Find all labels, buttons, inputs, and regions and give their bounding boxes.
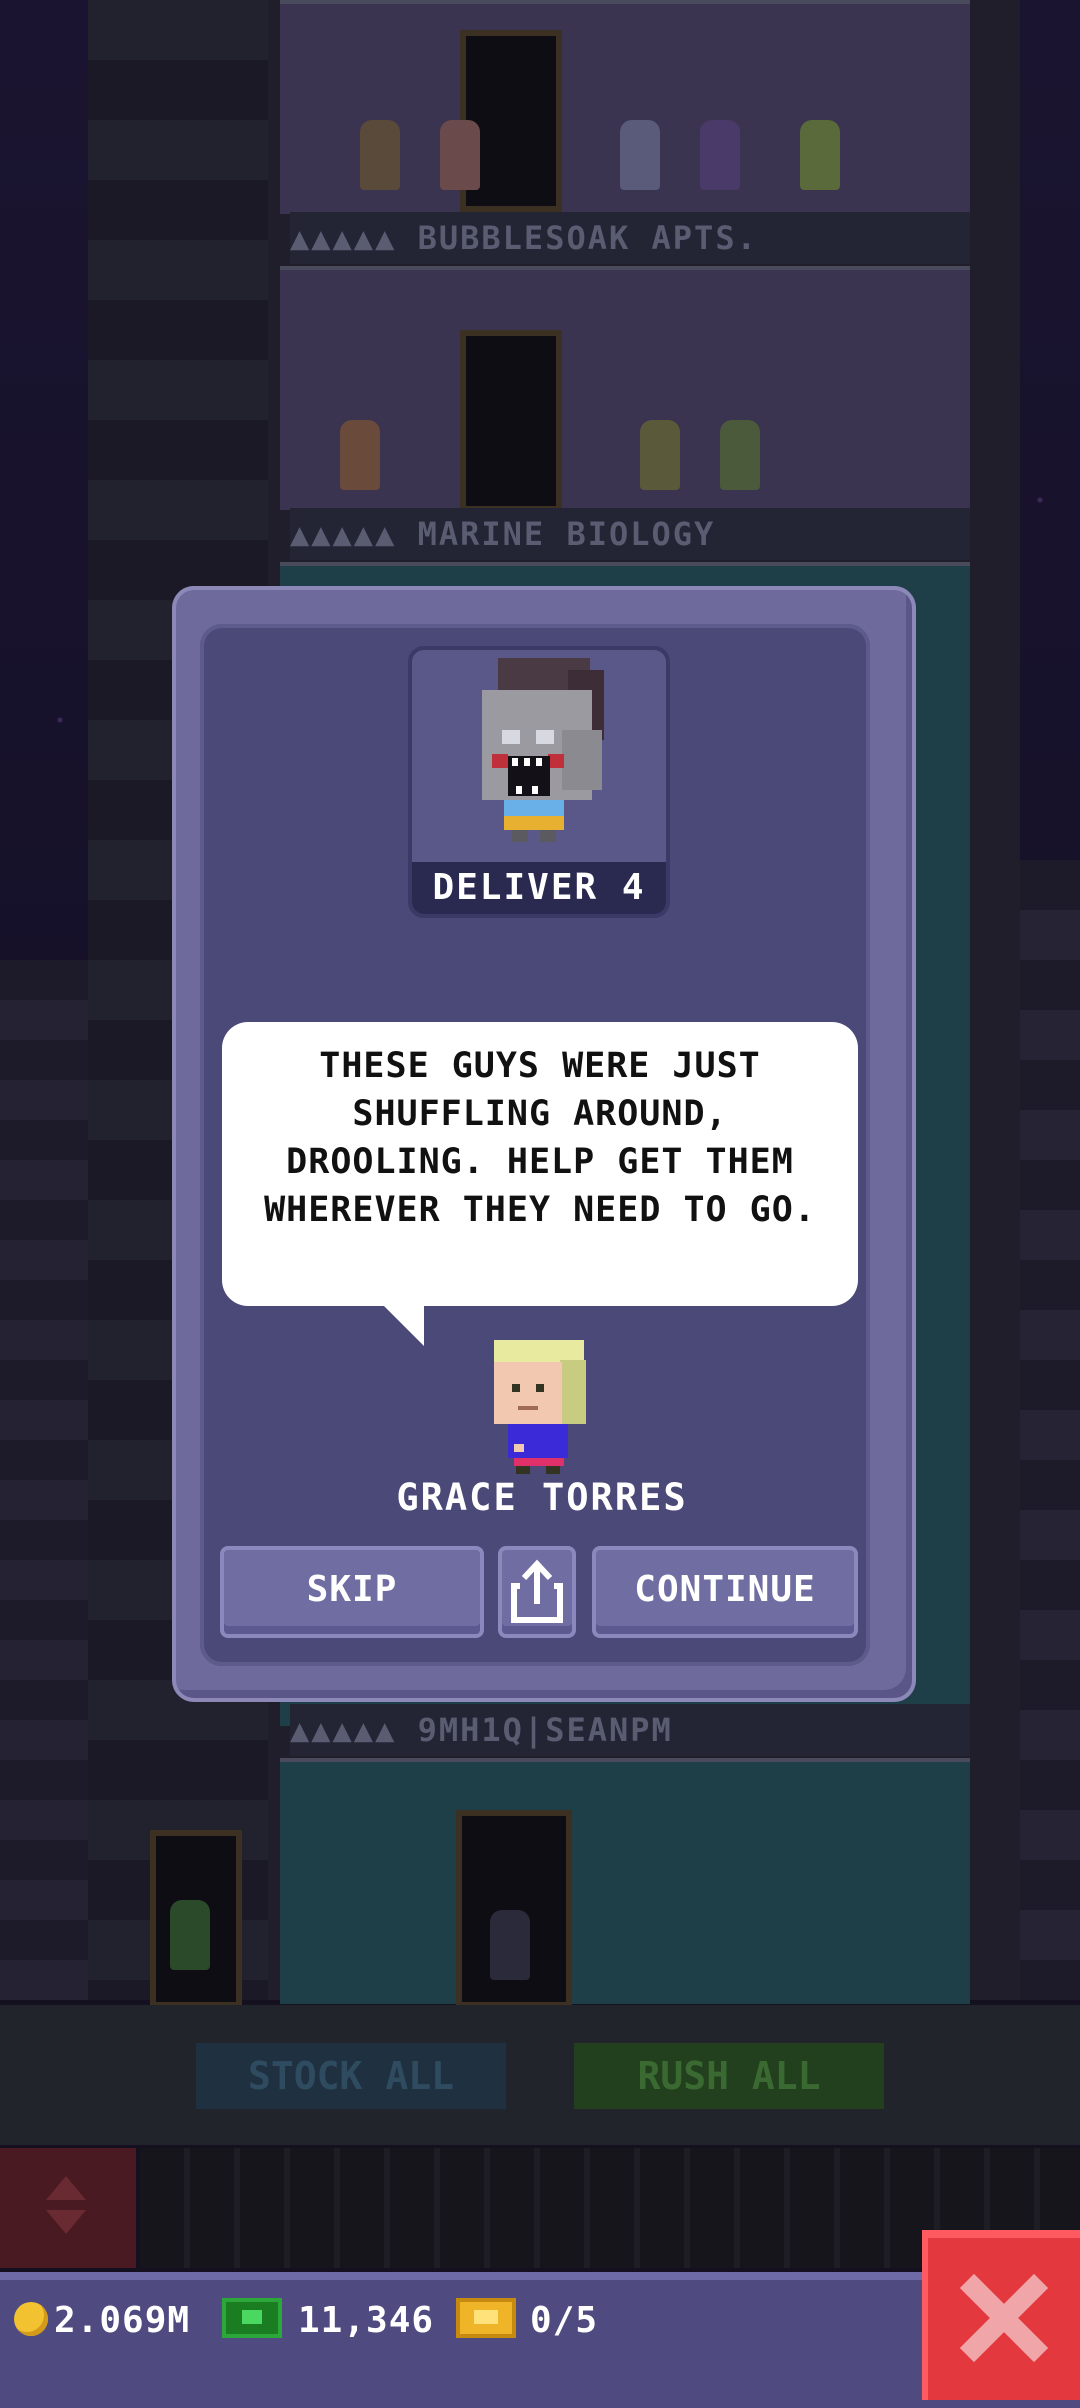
floor-custom[interactable] — [280, 1758, 970, 2004]
resident — [340, 420, 380, 490]
continue-button[interactable]: CONTINUE — [592, 1546, 858, 1638]
tower-bux-icon — [222, 2298, 282, 2338]
mission-goal-caption: DELIVER 4 — [412, 862, 666, 914]
speaker-avatar — [494, 1340, 586, 1474]
action-bar — [0, 2005, 1080, 2145]
coin-icon — [14, 2302, 48, 2336]
floor-label-bubblesoak: ▲▲▲▲▲ BUBBLESOAK APTS. — [290, 212, 970, 264]
resident — [490, 1910, 530, 1980]
resident — [360, 120, 400, 190]
rush-all-button[interactable]: RUSH ALL — [574, 2043, 884, 2109]
resident — [440, 120, 480, 190]
mission-portrait: DELIVER 4 — [408, 646, 670, 918]
speech-bubble: THESE GUYS WERE JUST SHUFFLING AROUND, D… — [222, 1022, 858, 1306]
resident — [800, 120, 840, 190]
share-button[interactable] — [498, 1546, 576, 1638]
ticket-icon — [456, 2298, 516, 2338]
speaker-name: GRACE TORRES — [396, 1476, 688, 1519]
neighbor-building-left — [0, 960, 90, 2000]
neighbor-building-right — [1010, 860, 1080, 2000]
floor-label-marine-biology: ▲▲▲▲▲ MARINE BIOLOGY — [290, 508, 970, 560]
resident — [620, 120, 660, 190]
resident — [720, 420, 760, 490]
share-icon — [511, 1559, 563, 1623]
speech-bubble-tail — [380, 1302, 424, 1346]
zombie-portrait-icon — [482, 658, 604, 842]
close-button[interactable] — [922, 2230, 1080, 2400]
coin-count: 2.069M — [54, 2300, 191, 2341]
close-icon — [959, 2273, 1049, 2363]
resident — [170, 1900, 210, 1970]
elevator-arrows-button[interactable] — [0, 2148, 136, 2268]
floor-bubblesoak[interactable] — [280, 266, 970, 510]
resident — [700, 120, 740, 190]
stock-all-button[interactable]: STOCK ALL — [196, 2043, 506, 2109]
floor-door — [460, 330, 562, 512]
resident — [640, 420, 680, 490]
floor-label-custom: ▲▲▲▲▲ 9MH1Q|SEANPM — [290, 1704, 970, 1756]
skip-button[interactable]: SKIP — [220, 1546, 484, 1638]
ticket-count: 0/5 — [530, 2300, 599, 2341]
bux-count: 11,346 — [298, 2300, 435, 2341]
